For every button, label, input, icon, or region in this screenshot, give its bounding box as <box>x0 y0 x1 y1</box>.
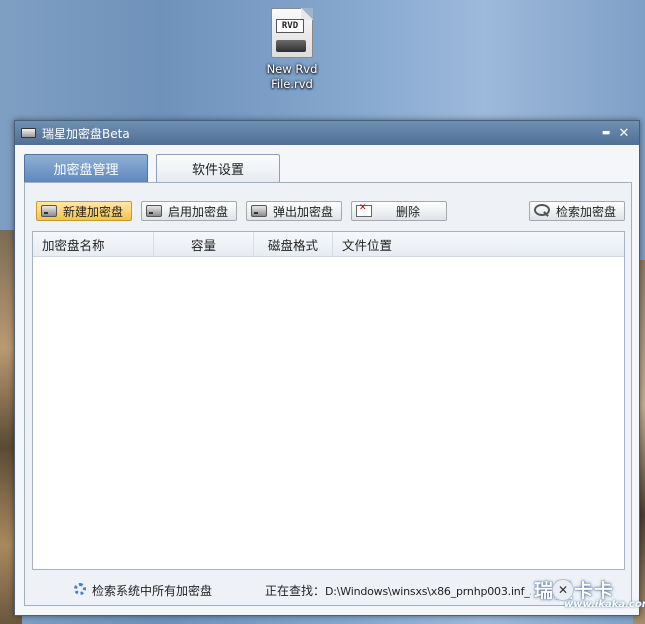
enable-disk-label: 启用加密盘 <box>168 204 229 219</box>
eject-disk-icon <box>251 205 267 217</box>
title-bar[interactable]: 瑞星加密盘Beta ▬ ✕ <box>15 121 639 145</box>
delete-icon <box>356 203 372 217</box>
loading-spinner-icon <box>74 583 86 595</box>
column-capacity[interactable]: 容量 <box>154 232 254 256</box>
enable-disk-button[interactable]: 启用加密盘 <box>141 201 237 221</box>
watermark-url: www.ikaka.com <box>564 599 645 610</box>
search-status-text: 检索系统中所有加密盘 <box>92 584 213 598</box>
new-disk-icon <box>41 205 57 217</box>
enable-disk-icon <box>146 205 162 217</box>
table-body[interactable] <box>33 257 624 569</box>
search-path-value: D:\Windows\winsxs\x86_prnhp003.inf_... <box>325 585 531 598</box>
close-button[interactable]: ✕ <box>615 126 633 141</box>
column-disk-format[interactable]: 磁盘格式 <box>254 232 333 256</box>
search-disk-label: 检索加密盘 <box>556 204 617 219</box>
minimize-button[interactable]: ▬ <box>597 128 615 138</box>
watermark-close-icon[interactable]: ✕ <box>552 579 574 601</box>
column-disk-name[interactable]: 加密盘名称 <box>33 232 154 256</box>
disk-table: 加密盘名称 容量 磁盘格式 文件位置 <box>32 231 625 570</box>
disk-management-panel: 新建加密盘 启用加密盘 弹出加密盘 删除 检索加密盘 加密盘名称 容量 <box>24 182 632 606</box>
app-window: 瑞星加密盘Beta ▬ ✕ 加密盘管理 软件设置 新建加密盘 启用加密盘 弹出加… <box>14 120 640 616</box>
search-path-prefix: 正在查找： <box>265 584 326 598</box>
eject-disk-label: 弹出加密盘 <box>273 204 334 219</box>
watermark: 瑞星卡卡 ✕ www.ikaka.com <box>520 572 645 614</box>
search-disk-button[interactable]: 检索加密盘 <box>529 201 625 221</box>
new-disk-label: 新建加密盘 <box>63 204 124 219</box>
desktop-file-label-line2: File.rvd <box>271 77 313 91</box>
column-file-location[interactable]: 文件位置 <box>333 232 624 256</box>
eject-disk-button[interactable]: 弹出加密盘 <box>246 201 342 221</box>
delete-label: 删除 <box>396 204 421 219</box>
new-disk-button[interactable]: 新建加密盘 <box>36 201 132 221</box>
rvd-file-icon: RVD <box>271 8 313 58</box>
desktop-file-icon[interactable]: RVD New Rvd File.rvd <box>258 8 326 92</box>
toolbar: 新建加密盘 启用加密盘 弹出加密盘 删除 检索加密盘 <box>34 201 625 223</box>
delete-button[interactable]: 删除 <box>351 201 447 221</box>
app-disk-icon <box>21 128 36 138</box>
tab-software-settings[interactable]: 软件设置 <box>156 154 280 182</box>
tab-bar: 加密盘管理 软件设置 <box>24 154 288 182</box>
table-header: 加密盘名称 容量 磁盘格式 文件位置 <box>33 232 624 257</box>
desktop-file-label: New Rvd File.rvd <box>258 62 326 92</box>
window-title: 瑞星加密盘Beta <box>42 126 130 141</box>
tab-disk-management[interactable]: 加密盘管理 <box>24 154 148 182</box>
desktop-file-label-line1: New Rvd <box>266 62 318 76</box>
current-search-path: 正在查找：D:\Windows\winsxs\x86_prnhp003.inf_… <box>265 582 531 599</box>
search-icon <box>534 204 550 216</box>
rvd-badge: RVD <box>276 19 304 33</box>
disk-graphic <box>276 40 306 52</box>
